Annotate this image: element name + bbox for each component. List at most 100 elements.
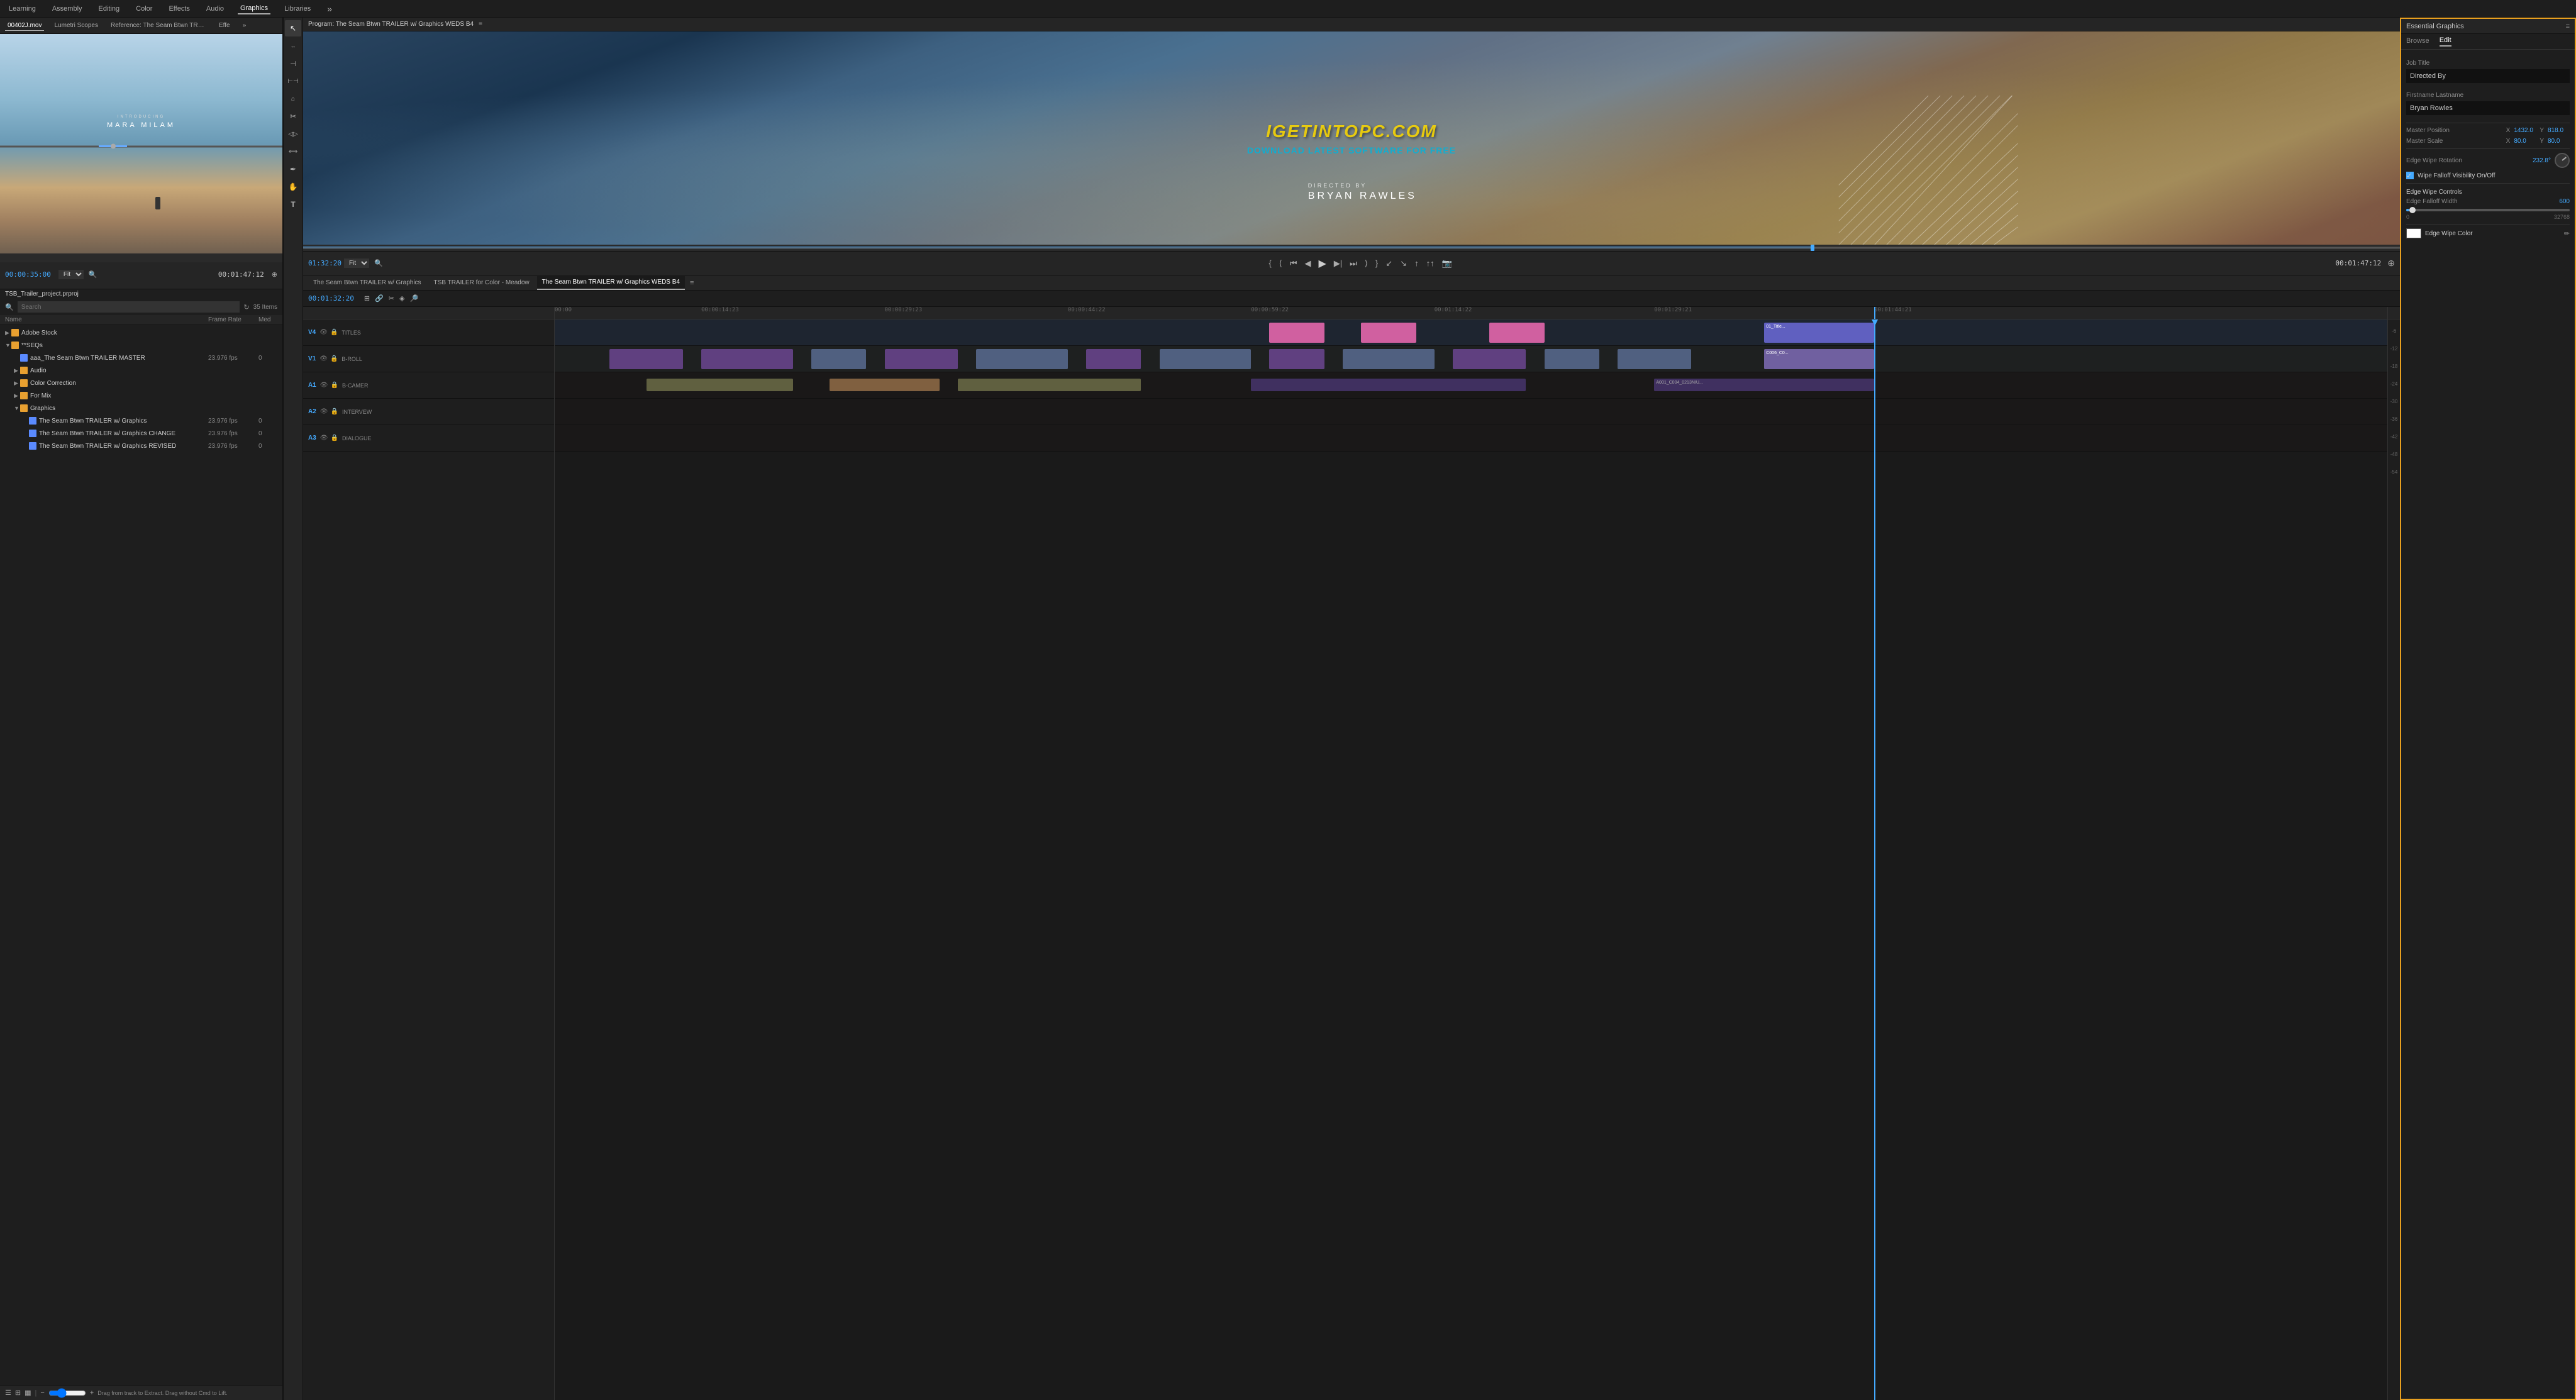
timeline-tool-5[interactable]: 🔎 [409, 294, 418, 303]
pencil-icon[interactable]: ✏ [2564, 230, 2570, 238]
eg-pos-y-value[interactable]: 818.0 [2548, 127, 2570, 134]
search-input[interactable] [18, 301, 240, 313]
timeline-tab-3[interactable]: The Seam Btwn TRAILER w/ Graphics WEDS B… [537, 276, 685, 290]
clip-block-bcam2[interactable] [830, 379, 940, 391]
zoom-in-icon[interactable]: + [90, 1389, 94, 1397]
list-item[interactable]: The Seam Btwn TRAILER w/ Graphics 23.976… [18, 414, 282, 427]
text-tool[interactable]: T [285, 196, 301, 213]
eg-tab-edit[interactable]: Edit [2440, 36, 2451, 47]
eg-job-title-input[interactable] [2406, 69, 2570, 83]
clip-block-c006[interactable]: C006_C0... TSB_Credits Start: 00:01:30:1… [1764, 349, 1874, 369]
clip-block[interactable] [1453, 349, 1526, 369]
mark-out-button[interactable]: } [1374, 257, 1380, 269]
step-back-frame[interactable]: ⟨ [1277, 257, 1284, 270]
track-select-tool[interactable]: ↔ [285, 38, 301, 54]
source-tabs-more[interactable]: » [240, 21, 249, 30]
program-add-button[interactable]: ⊕ [2387, 258, 2395, 269]
eg-scale-x-value[interactable]: 80.0 [2514, 138, 2536, 145]
nav-assembly[interactable]: Assembly [50, 4, 85, 14]
program-timecode[interactable]: 01:32:20 [308, 259, 341, 267]
edge-wipe-color-swatch[interactable] [2406, 228, 2421, 238]
clip-block[interactable]: 01_Title... [1764, 323, 1874, 343]
timeline-tab-2[interactable]: TSB TRAILER for Color - Meadow [429, 276, 535, 290]
clip-block[interactable] [1269, 323, 1324, 343]
source-tab-effects[interactable]: Effe [216, 21, 233, 30]
go-to-prev-edit[interactable]: ⏮ [1288, 257, 1299, 270]
eg-firstname-input[interactable] [2406, 101, 2570, 115]
eg-header-menu[interactable]: ≡ [2566, 23, 2570, 30]
track-v4-eye[interactable]: 👁 [319, 329, 328, 336]
nav-graphics[interactable]: Graphics [238, 3, 270, 14]
nav-learning[interactable]: Learning [6, 4, 38, 14]
list-item[interactable]: ▶ Adobe Stock [0, 326, 282, 339]
source-tab-file[interactable]: 00402J.mov [5, 21, 44, 31]
track-v1-lock[interactable]: 🔒 [330, 355, 338, 362]
slip-tool[interactable]: ◁▷ [285, 126, 301, 142]
source-fit-dropdown[interactable]: Fit [58, 270, 84, 279]
zoom-out-icon[interactable]: − [40, 1389, 44, 1397]
eg-scale-y-value[interactable]: 80.0 [2548, 138, 2570, 145]
step-forward[interactable]: ▶| [1332, 257, 1344, 270]
clip-block[interactable] [1361, 323, 1416, 343]
broll-track-row[interactable]: C006_C0... TSB_Credits Start: 00:01:30:1… [555, 346, 2387, 372]
list-item[interactable]: ▶ For Mix [9, 389, 282, 402]
step-back[interactable]: ◀ [1302, 257, 1313, 270]
track-v4-lock[interactable]: 🔒 [330, 329, 338, 336]
list-item[interactable]: ▼ Graphics [9, 402, 282, 414]
wipe-falloff-checkbox[interactable]: ✓ [2406, 172, 2414, 179]
clip-block[interactable] [811, 349, 866, 369]
source-add-button[interactable]: ⊕ [272, 270, 277, 279]
icon-view-icon[interactable]: ▦ [25, 1389, 31, 1397]
list-item[interactable]: ▶ Color Correction [9, 377, 282, 389]
clip-block[interactable] [1343, 349, 1435, 369]
pen-tool[interactable]: ✒ [285, 161, 301, 177]
bcam-track-row[interactable]: A001_C004_0213NIU... [555, 372, 2387, 399]
list-view-icon[interactable]: ☰ [5, 1389, 11, 1397]
eg-rotation-value[interactable]: 232.8° [2533, 157, 2551, 164]
selection-tool[interactable]: ↖ [285, 20, 301, 36]
nav-color[interactable]: Color [133, 4, 155, 14]
list-item[interactable]: The Seam Btwn TRAILER w/ Graphics REVISE… [18, 440, 282, 452]
track-interview-lock[interactable]: 🔒 [331, 408, 338, 415]
eg-falloff-value[interactable]: 600 [2559, 198, 2570, 205]
clip-block-bcam5[interactable]: A001_C004_0213NIU... [1654, 379, 1874, 391]
clip-block[interactable] [1160, 349, 1252, 369]
nav-libraries[interactable]: Libraries [282, 4, 313, 14]
track-bcam-lock[interactable]: 🔒 [331, 382, 338, 389]
grid-view-icon[interactable]: ⊞ [15, 1389, 21, 1397]
rotation-dial[interactable] [2555, 153, 2570, 168]
timeline-tab-menu[interactable]: ≡ [690, 279, 694, 287]
clip-block[interactable] [885, 349, 958, 369]
slide-tool[interactable]: ⟺ [285, 143, 301, 160]
nav-effects[interactable]: Effects [166, 4, 192, 14]
clip-block[interactable] [1545, 349, 1599, 369]
go-to-next-edit[interactable]: ⏭ [1348, 257, 1359, 270]
list-item[interactable]: ▼ **SEQs [0, 339, 282, 352]
clip-block[interactable] [1489, 323, 1544, 343]
dialogue-track-row[interactable] [555, 425, 2387, 452]
timeline-current-time[interactable]: 00:01:32:20 [308, 294, 354, 303]
extract-button[interactable]: ↑↑ [1424, 257, 1436, 269]
play-button[interactable]: ▶ [1316, 256, 1328, 271]
interview-track-row[interactable] [555, 399, 2387, 425]
step-forward-frame[interactable]: ⟩ [1363, 257, 1370, 270]
mark-in-button[interactable]: { [1267, 257, 1273, 269]
source-tab-reference[interactable]: Reference: The Seam Btwn TRAILER w/ Grap… [108, 21, 209, 30]
zoom-slider[interactable] [48, 1388, 86, 1398]
track-bcam-eye[interactable]: 👁 [320, 382, 328, 389]
nav-more[interactable]: » [325, 3, 335, 15]
list-item[interactable]: aaa_The Seam Btwn TRAILER MASTER 23.976 … [9, 352, 282, 364]
overwrite-button[interactable]: ↘ [1398, 257, 1409, 270]
ripple-edit-tool[interactable]: ⊣ [285, 55, 301, 72]
timeline-tool-1[interactable]: ⊞ [364, 294, 370, 303]
rate-stretch-tool[interactable]: ⌂ [285, 91, 301, 107]
nav-editing[interactable]: Editing [96, 4, 123, 14]
export-frame[interactable]: 📷 [1440, 257, 1454, 270]
eg-pos-x-value[interactable]: 1432.0 [2514, 127, 2536, 134]
eg-tab-browse[interactable]: Browse [2406, 37, 2429, 46]
eg-falloff-slider[interactable] [2406, 209, 2570, 211]
titles-track-row[interactable]: 01_Title... [555, 319, 2387, 346]
source-scrubber[interactable] [0, 253, 282, 262]
source-tab-lumetri[interactable]: Lumetri Scopes [52, 21, 100, 30]
search-refresh-icon[interactable]: ↻ [243, 303, 249, 311]
